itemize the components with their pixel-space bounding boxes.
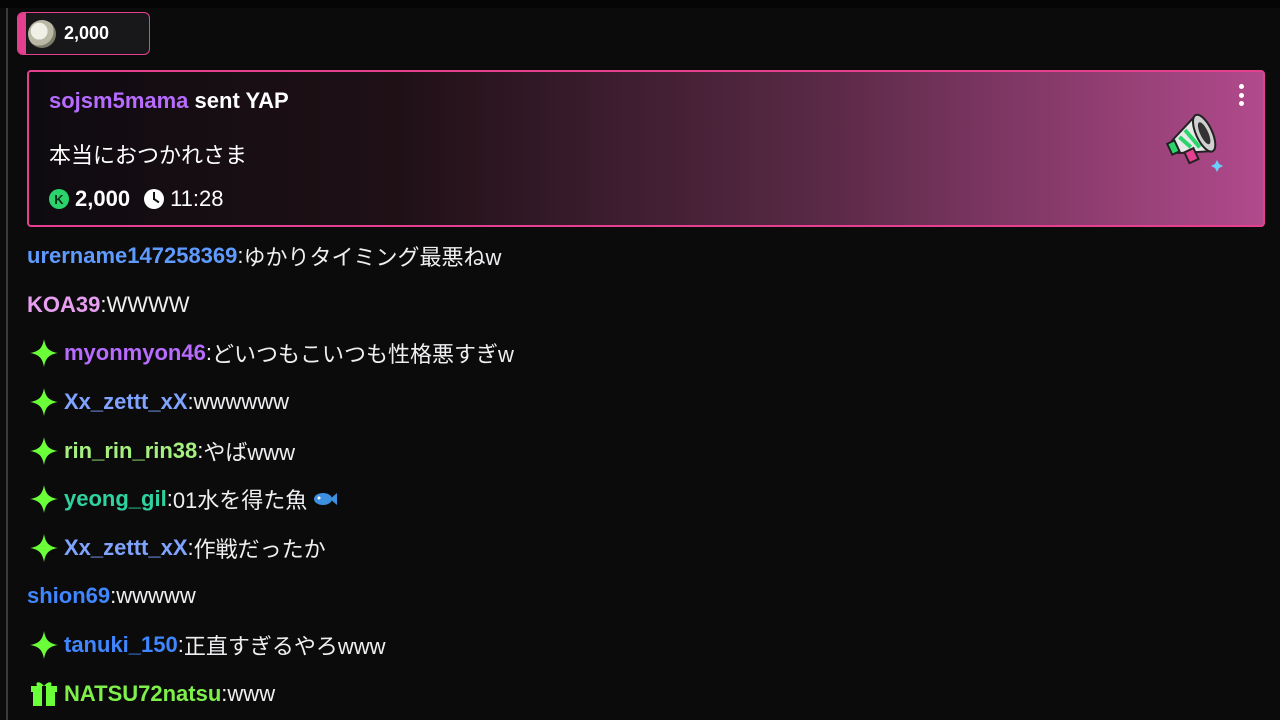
chat-message: KOA39: WWWW [27, 281, 1257, 330]
fish-emote-icon [314, 493, 338, 506]
chat-text: やばwww [203, 439, 296, 465]
chat-text: www [227, 680, 276, 706]
pinned-bits-pill[interactable]: 2,000 [17, 12, 150, 55]
chat-username[interactable]: yeong_gil [64, 486, 167, 512]
chat-message: tanuki_150: 正直すぎるやろwww [27, 621, 1257, 670]
kick-coin-icon: K [49, 189, 69, 209]
chat-message: shion69: wwwww [27, 572, 1257, 621]
clock-icon [144, 189, 165, 209]
megaphone-icon [1165, 113, 1223, 172]
chat-username[interactable]: Xx_zettt_xX [64, 389, 188, 415]
chat-text: wwwww [116, 583, 196, 609]
gift-badge-icon [31, 681, 57, 706]
yap-title: sojsm5mama sent YAP [49, 88, 289, 114]
chat-username[interactable]: Xx_zettt_xX [64, 535, 188, 561]
chat-username[interactable]: rin_rin_rin38 [64, 438, 197, 464]
chat-text: 01水を得た魚 [172, 488, 308, 514]
chat-username[interactable]: myonmyon46 [64, 340, 206, 366]
top-strip [0, 0, 1280, 8]
pill-amount: 2,000 [64, 23, 110, 43]
chat-text: WWWW [106, 291, 190, 317]
chat-message: Xx_zettt_xX: 作戦だったか [27, 524, 1257, 573]
yap-message: 本当におつかれさま [49, 143, 248, 168]
yap-meta: K 2,000 11:28 [49, 186, 223, 212]
yap-card[interactable]: sojsm5mama sent YAP 本当におつかれさま K 2,000 11… [27, 70, 1265, 227]
chat-text: 正直すぎるやろwww [183, 634, 386, 660]
chat-text: ゆかりタイミング最悪ねw [243, 245, 502, 271]
chat-list: urername147258369: ゆかりタイミング最悪ねw KOA39: WW… [27, 232, 1257, 718]
pill-accent [18, 13, 26, 54]
chat-message: urername147258369: ゆかりタイミング最悪ねw [27, 232, 1257, 281]
chat-username[interactable]: NATSU72natsu [64, 681, 221, 707]
chat-message: rin_rin_rin38: やばwww [27, 426, 1257, 475]
chat-username[interactable]: urername147258369 [27, 243, 237, 269]
chat-username[interactable]: shion69 [27, 583, 110, 609]
chat-text: 作戦だったか [193, 536, 326, 562]
chat-message: NATSU72natsu: www [27, 669, 1257, 718]
yap-time: 11:28 [170, 186, 224, 211]
chat-message: yeong_gil: 01水を得た魚 [27, 475, 1257, 524]
sparkle-badge-icon [30, 533, 58, 562]
frog-avatar-icon [28, 19, 56, 48]
chat-username[interactable]: KOA39 [27, 292, 100, 318]
chat-divider [6, 8, 8, 720]
sparkle-badge-icon [30, 436, 58, 465]
sparkle-badge-icon [30, 485, 58, 514]
sparkle-badge-icon [30, 631, 58, 660]
yap-sender[interactable]: sojsm5mama [49, 88, 188, 113]
chat-message: Xx_zettt_xX: wwwwww [27, 378, 1257, 427]
sparkle-badge-icon [30, 388, 58, 417]
yap-amount: 2,000 [75, 186, 131, 211]
chat-text: どいつもこいつも性格悪すぎw [211, 342, 514, 368]
chat-message: myonmyon46: どいつもこいつも性格悪すぎw [27, 329, 1257, 378]
sparkle-badge-icon [30, 339, 58, 368]
yap-action: sent YAP [188, 88, 289, 113]
more-vertical-icon[interactable] [1239, 84, 1245, 106]
chat-text: wwwwww [193, 389, 289, 415]
chat-username[interactable]: tanuki_150 [64, 632, 178, 658]
